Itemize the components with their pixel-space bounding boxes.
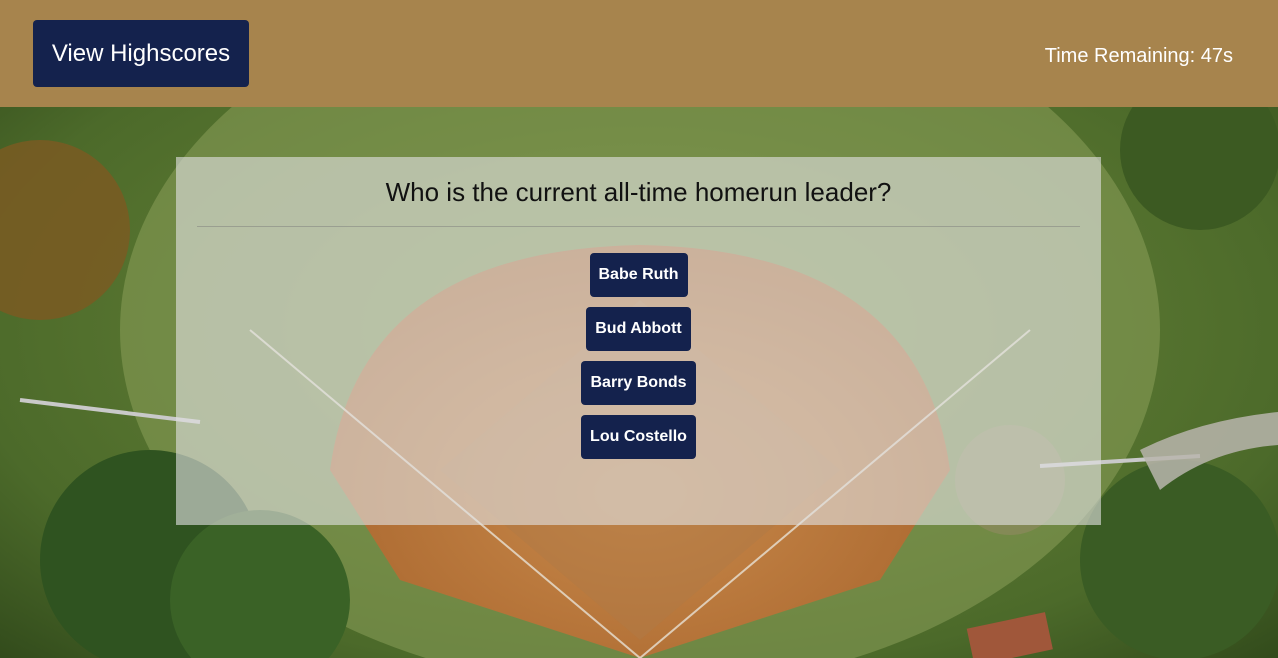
answer-button-bud-abbott[interactable]: Bud Abbott bbox=[586, 307, 691, 351]
answer-button-barry-bonds[interactable]: Barry Bonds bbox=[581, 361, 696, 405]
question-text: Who is the current all-time homerun lead… bbox=[385, 177, 892, 207]
header-bar: View Highscores Time Remaining: 47s bbox=[0, 0, 1278, 107]
quiz-page: View Highscores Time Remaining: 47s Who … bbox=[0, 0, 1278, 658]
answer-list: Babe Ruth Bud Abbott Barry Bonds Lou Cos… bbox=[176, 253, 1101, 469]
question-card: Who is the current all-time homerun lead… bbox=[176, 157, 1101, 525]
question-divider bbox=[197, 226, 1080, 227]
answer-button-babe-ruth[interactable]: Babe Ruth bbox=[589, 253, 688, 297]
answer-button-lou-costello[interactable]: Lou Costello bbox=[581, 415, 696, 459]
view-highscores-button[interactable]: View Highscores bbox=[33, 20, 249, 87]
time-remaining-text: Time Remaining: 47s bbox=[1044, 45, 1233, 67]
